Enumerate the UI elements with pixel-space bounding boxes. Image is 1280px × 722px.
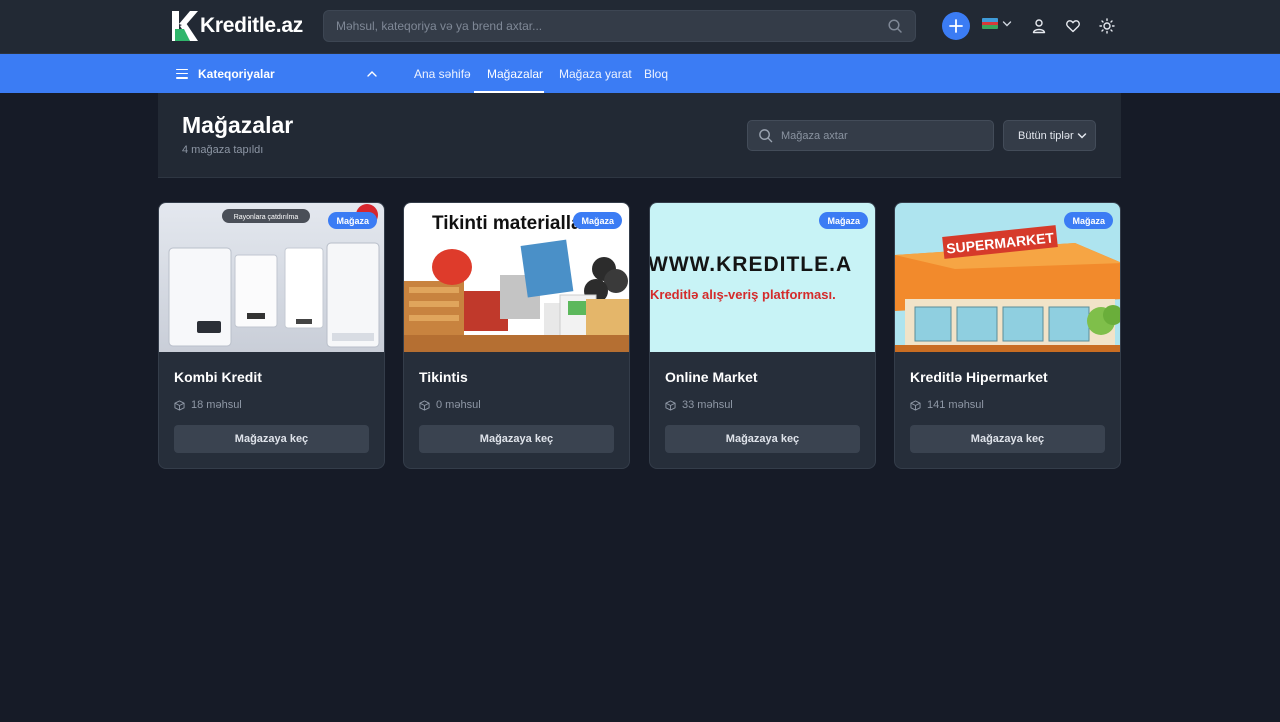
search-icon — [759, 129, 773, 143]
wishlist-button[interactable] — [1064, 17, 1082, 35]
plus-icon — [949, 19, 963, 33]
global-search — [323, 10, 916, 42]
nav-link-create-store[interactable]: Mağaza yarat — [559, 54, 632, 93]
store-image[interactable]: SUPERMARKET Mağaza — [895, 203, 1120, 352]
box-icon — [174, 399, 185, 411]
product-count-label: 0 məhsul — [436, 399, 481, 411]
sun-icon — [1099, 18, 1115, 34]
store-search — [747, 120, 994, 151]
store-badge: Mağaza — [573, 212, 622, 229]
menu-icon — [176, 68, 188, 79]
store-image[interactable]: Tikinti materialla Mağaza — [404, 203, 629, 352]
image-caption: Tikinti materialla — [432, 213, 582, 234]
heart-icon — [1066, 20, 1080, 33]
theme-toggle[interactable] — [1098, 17, 1116, 35]
go-to-store-button[interactable]: Mağazaya keç — [665, 425, 860, 453]
store-product-count: 141 məhsul — [910, 399, 984, 411]
store-card[interactable]: Tikinti materialla Mağaza Tikintis 0 məh… — [403, 202, 630, 469]
store-product-count: 18 məhsul — [174, 399, 242, 411]
store-badge: Mağaza — [1064, 212, 1113, 229]
product-count-label: 141 məhsul — [927, 399, 984, 411]
results-count: 4 mağaza tapıldı — [182, 144, 264, 156]
image-caption: WWW.KREDITLE.A — [650, 253, 852, 276]
store-name[interactable]: Tikintis — [419, 369, 468, 385]
image-caption-secondary: Kreditlə alış-veriş platforması. — [650, 287, 836, 302]
nav-link-stores[interactable]: Mağazalar — [487, 54, 543, 93]
search-icon[interactable] — [887, 18, 903, 34]
main-nav: Kateqoriyalar Ana səhifə Mağazalar Mağaz… — [0, 54, 1280, 93]
nav-link-home[interactable]: Ana səhifə — [414, 54, 471, 93]
flag-az-icon — [982, 18, 998, 29]
logo-text: Kreditle.az — [200, 14, 303, 37]
store-card[interactable]: Rayonlara çatdırılma Mağaza Kombi Kredit… — [158, 202, 385, 469]
chevron-up-icon — [367, 71, 377, 77]
store-name[interactable]: Kreditlə Hipermarket — [910, 369, 1048, 385]
go-to-store-button[interactable]: Mağazaya keç — [174, 425, 369, 453]
store-card[interactable]: WWW.KREDITLE.A Kreditlə alış-veriş platf… — [649, 202, 876, 469]
store-card[interactable]: SUPERMARKET Mağaza Kreditlə Hipermarket … — [894, 202, 1121, 469]
product-count-label: 18 məhsul — [191, 399, 242, 411]
store-product-count: 0 məhsul — [419, 399, 481, 411]
chevron-down-icon — [1077, 133, 1087, 139]
product-count-label: 33 məhsul — [682, 399, 733, 411]
categories-label: Kateqoriyalar — [198, 66, 275, 81]
store-type-value: Bütün tiplər — [1018, 129, 1074, 142]
store-name[interactable]: Kombi Kredit — [174, 369, 262, 385]
categories-toggle[interactable]: Kateqoriyalar — [176, 54, 378, 93]
go-to-store-button[interactable]: Mağazaya keç — [910, 425, 1105, 453]
page-title: Mağazalar — [182, 112, 294, 138]
language-switcher[interactable] — [982, 18, 1012, 29]
store-image[interactable]: Rayonlara çatdırılma Mağaza — [159, 203, 384, 352]
store-search-input[interactable] — [781, 129, 993, 142]
store-product-count: 33 məhsul — [665, 399, 733, 411]
store-name[interactable]: Online Market — [665, 369, 758, 385]
nav-link-blog[interactable]: Bloq — [644, 54, 668, 93]
chevron-down-icon — [1002, 20, 1012, 26]
user-icon — [1032, 19, 1046, 34]
store-image[interactable]: WWW.KREDITLE.A Kreditlə alış-veriş platf… — [650, 203, 875, 352]
store-type-select[interactable]: Bütün tiplər — [1003, 120, 1096, 151]
box-icon — [419, 399, 430, 411]
box-icon — [665, 399, 676, 411]
add-listing-button[interactable] — [942, 12, 970, 40]
box-icon — [910, 399, 921, 411]
site-logo[interactable]: Kreditle.az — [172, 11, 303, 41]
store-badge: Mağaza — [819, 212, 868, 229]
go-to-store-button[interactable]: Mağazaya keç — [419, 425, 614, 453]
image-caption: Rayonlara çatdırılma — [234, 214, 299, 221]
top-header: Kreditle.az — [0, 0, 1280, 54]
page-header: Mağazalar 4 mağaza tapıldı Bütün tiplər — [158, 93, 1121, 178]
store-badge: Mağaza — [328, 212, 377, 229]
account-button[interactable] — [1030, 17, 1048, 35]
global-search-input[interactable] — [336, 19, 887, 33]
logo-mark-icon — [172, 11, 198, 41]
